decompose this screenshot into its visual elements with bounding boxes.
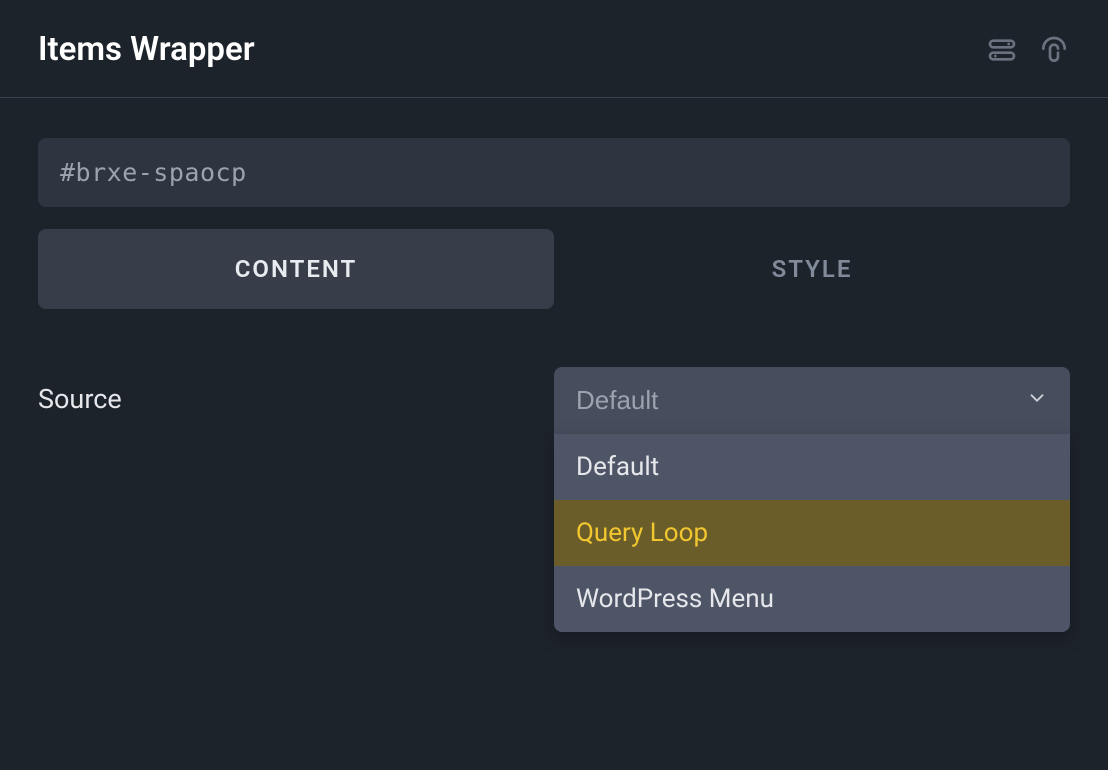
tab-style[interactable]: STYLE [554,229,1070,309]
source-option[interactable]: Default [554,434,1070,500]
chevron-down-icon [1026,385,1048,416]
source-option[interactable]: Query Loop [554,500,1070,566]
toggle-stack-icon[interactable] [986,34,1018,66]
source-dropdown-list: DefaultQuery LoopWordPress Menu [554,434,1070,632]
source-label: Source [38,367,554,415]
page-title: Items Wrapper [38,30,255,69]
source-dropdown[interactable]: Default [554,367,1070,434]
element-id-field[interactable] [38,138,1070,207]
tab-content[interactable]: CONTENT [38,229,554,309]
source-selected-value: Default [576,385,658,416]
interactions-icon[interactable] [1038,34,1070,66]
source-option[interactable]: WordPress Menu [554,566,1070,632]
